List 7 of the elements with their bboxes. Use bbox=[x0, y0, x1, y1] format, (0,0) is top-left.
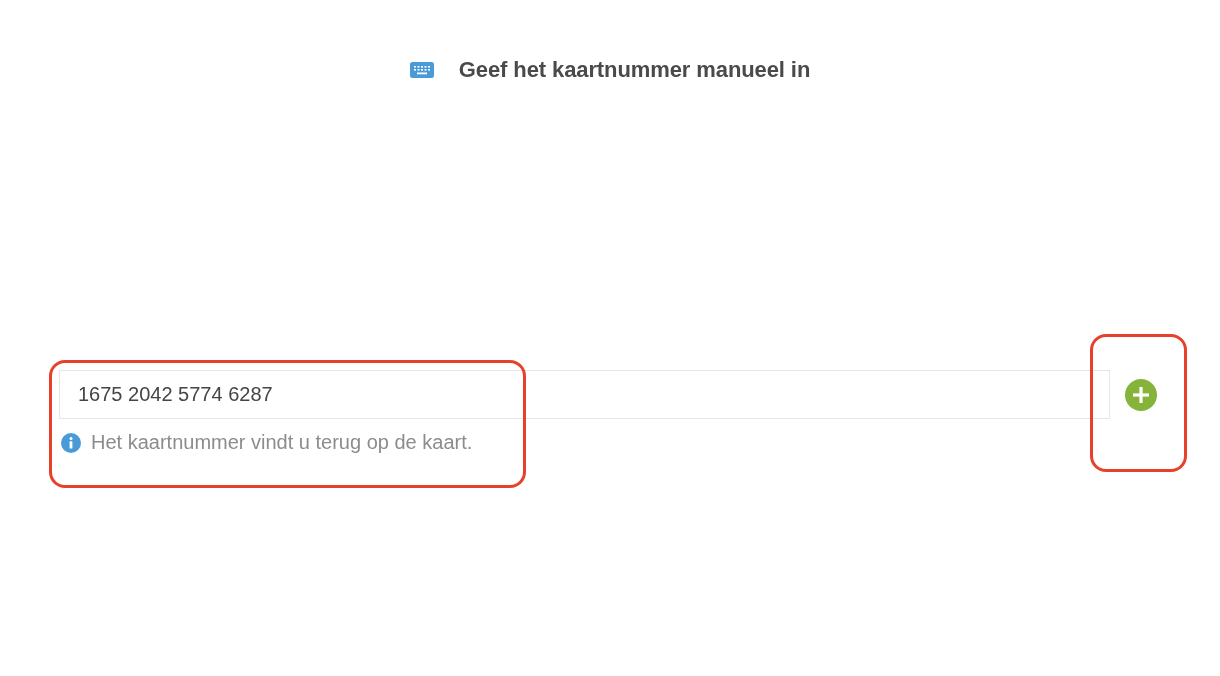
page-title: Geef het kaartnummer manueel in bbox=[458, 57, 811, 83]
keyboard-icon bbox=[409, 62, 434, 78]
add-button[interactable] bbox=[1125, 378, 1157, 411]
plus-icon bbox=[1133, 386, 1149, 403]
card-number-field[interactable]: 1675 2042 5774 6287 bbox=[59, 370, 1110, 419]
info-icon bbox=[61, 432, 81, 453]
hint-text: Het kaartnummer vindt u terug op de kaart. bbox=[91, 431, 473, 454]
